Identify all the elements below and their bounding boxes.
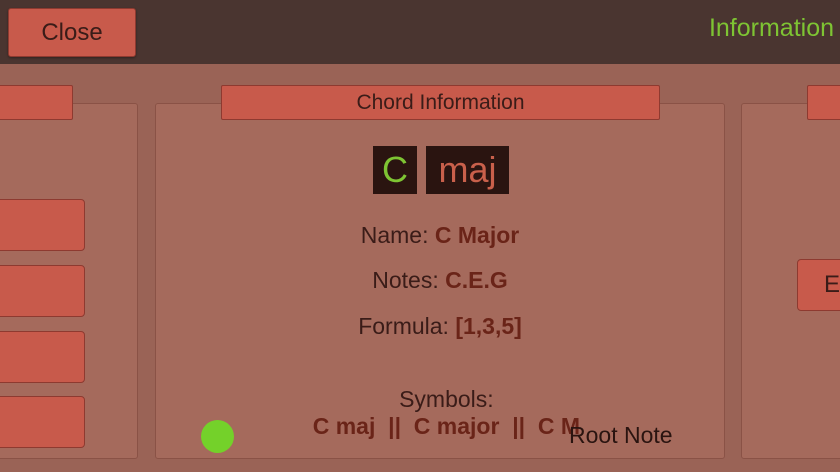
left-panel-button[interactable]: [0, 331, 85, 383]
right-panel-button[interactable]: E: [797, 259, 840, 311]
close-button[interactable]: Close: [8, 8, 136, 57]
page-title: Information: [708, 14, 834, 42]
symbols-value: C maj || C major || C M: [312, 413, 581, 439]
name-label: Name:: [360, 222, 429, 248]
formula-label: Formula:: [358, 313, 449, 339]
chord-notes-line: Notes: C.E.G: [155, 267, 725, 294]
left-panel-button[interactable]: [0, 199, 85, 251]
left-panel-button[interactable]: [0, 265, 85, 317]
chord-formula-line: Formula: [1,3,5]: [155, 313, 725, 340]
symbols-label: Symbols:: [399, 386, 494, 412]
name-value: C Major: [434, 222, 520, 248]
notes-value: C.E.G: [445, 267, 508, 293]
chord-name-line: Name: C Major: [155, 222, 725, 249]
notes-label: Notes:: [372, 267, 439, 293]
root-note-label: Root Note: [569, 422, 673, 448]
chord-type-display: maj: [426, 146, 509, 194]
chord-information-tab: Chord Information: [221, 85, 660, 120]
left-panel-button[interactable]: [0, 396, 85, 448]
chord-root-display: C: [373, 146, 417, 194]
root-note-indicator-icon: [201, 420, 234, 453]
left-panel-tab: [0, 85, 73, 120]
formula-value: [1,3,5]: [455, 313, 522, 339]
right-panel-tab: [807, 85, 840, 120]
top-bar: Close Information: [0, 0, 840, 64]
